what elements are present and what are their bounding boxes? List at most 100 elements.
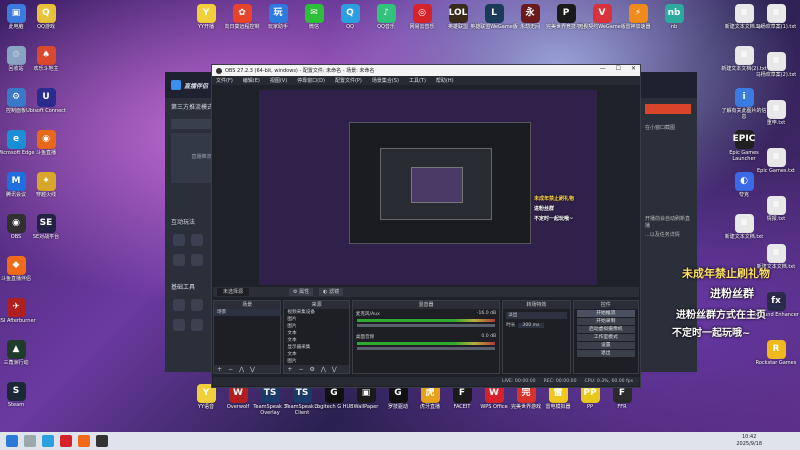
- source-item[interactable]: 文本: [284, 351, 348, 358]
- desktop-icon[interactable]: S Steam: [0, 382, 40, 409]
- add-icon[interactable]: +: [217, 366, 222, 373]
- move-down-icon[interactable]: ⋁: [332, 366, 337, 373]
- obs-window[interactable]: OBS 27.2.3 (64-bit, windows) - 配置文件: 未命名…: [211, 64, 641, 388]
- move-up-icon[interactable]: ⋀: [239, 366, 244, 373]
- clock[interactable]: 10:42 2025/9/18: [736, 434, 762, 448]
- tool-icon[interactable]: [173, 299, 185, 311]
- control-button[interactable]: 工作室模式: [576, 334, 635, 341]
- desktop-icon[interactable]: nb nb: [650, 4, 698, 31]
- remove-icon[interactable]: −: [298, 366, 303, 373]
- desktop-icon[interactable]: ✦ 穿越火线: [22, 172, 70, 199]
- app-icon: R: [766, 340, 786, 359]
- desktop-icon[interactable]: SE SE对战平台: [22, 214, 70, 241]
- tool-icon[interactable]: [173, 234, 185, 246]
- edge-taskbar-icon[interactable]: [42, 435, 54, 447]
- obs-docks: 场景 场景 + − ⋀ ⋁ 来源 视频采集设备 图片 图片 文本 文本 显示器采集 文本 图片…: [213, 300, 639, 374]
- control-button[interactable]: 开始推流: [576, 310, 635, 317]
- obs-titlebar[interactable]: OBS 27.2.3 (64-bit, windows) - 配置文件: 未命名…: [212, 65, 640, 76]
- obs-menu-item[interactable]: 视图(V): [270, 77, 287, 84]
- app-icon: Q: [340, 4, 360, 23]
- desktop-icon[interactable]: ◐ 夸克: [720, 172, 768, 199]
- source-item[interactable]: 图片: [284, 323, 348, 330]
- desktop-volume-slider[interactable]: [356, 347, 496, 350]
- desktop-icon-label: 斗鱼直播伴侣: [0, 276, 31, 282]
- obs-menu-item[interactable]: 文件(F): [216, 77, 233, 84]
- obs-title: OBS 27.2.3 (64-bit, windows) - 配置文件: 未命名…: [225, 68, 375, 74]
- desktop-icon[interactable]: ♠ 欢乐斗地主: [22, 46, 70, 73]
- app-taskbar-icon[interactable]: [60, 435, 72, 447]
- source-item[interactable]: 显示器采集: [284, 344, 348, 351]
- tool-icon[interactable]: [191, 319, 203, 331]
- app-taskbar-icon[interactable]: [78, 435, 90, 447]
- tool-icon[interactable]: [173, 254, 185, 266]
- source-item[interactable]: 视频采集设备: [284, 309, 348, 316]
- source-item[interactable]: 文本: [284, 337, 348, 344]
- desktop-icon[interactable]: U Ubisoft Connect: [22, 88, 70, 115]
- tool-icon[interactable]: [191, 299, 203, 311]
- control-button[interactable]: 开始录制: [576, 318, 635, 325]
- desktop-icon[interactable]: ✈ MSI Afterburner: [0, 298, 40, 325]
- desktop-icon[interactable]: ◉ 斗鱼直播: [22, 130, 70, 157]
- app-icon: ◐: [734, 172, 754, 191]
- close-icon[interactable]: ✕: [631, 65, 636, 72]
- filters-button[interactable]: ◐ 滤镜: [319, 288, 344, 296]
- control-button[interactable]: 退出: [576, 350, 635, 357]
- properties-label: 属性: [299, 289, 310, 295]
- overlay-line-4: 不定时一起玩哦~: [672, 328, 751, 339]
- app-icon: V: [592, 4, 612, 23]
- tool-icon[interactable]: [191, 254, 203, 266]
- obs-menu-item[interactable]: 工具(T): [409, 77, 426, 84]
- task-view-icon[interactable]: [24, 435, 36, 447]
- app-icon: ≡: [734, 4, 754, 23]
- control-button[interactable]: 启动虚拟摄像机: [576, 326, 635, 333]
- move-down-icon[interactable]: ⋁: [250, 366, 255, 373]
- move-up-icon[interactable]: ⋀: [321, 366, 326, 373]
- app-icon: ✈: [6, 298, 26, 317]
- obs-source-bar: 未选择源 ⚙ 属性 ◐ 滤镜: [213, 287, 639, 297]
- control-button[interactable]: 设置: [576, 342, 635, 349]
- add-icon[interactable]: +: [287, 366, 292, 373]
- filters-label: 滤镜: [329, 289, 340, 295]
- desktop-icon[interactable]: ◆ 斗鱼直播伴侣: [0, 256, 40, 283]
- scene-item[interactable]: 场景: [214, 309, 281, 316]
- remove-icon[interactable]: −: [228, 366, 233, 373]
- source-item[interactable]: 文本: [284, 330, 348, 337]
- minimize-icon[interactable]: —: [600, 65, 606, 72]
- obs-taskbar-icon[interactable]: [96, 435, 108, 447]
- source-item[interactable]: 图片: [284, 358, 348, 365]
- transition-duration-row: 时长 300 ms: [503, 322, 569, 328]
- obs-menu-item[interactable]: 编辑(E): [243, 77, 260, 84]
- mic-channel-db: -16.0 dB: [476, 311, 497, 316]
- mic-volume-slider[interactable]: [356, 324, 496, 327]
- desktop-icon-label: 三角洲行动: [3, 360, 29, 366]
- obs-menu-item[interactable]: 停靠窗口(D): [297, 77, 325, 84]
- desktop-icon[interactable]: R Rockstar Games: [752, 340, 800, 367]
- source-item[interactable]: 图片: [284, 316, 348, 323]
- obs-preview[interactable]: 未成年禁止刷礼物 进粉丝群 不定时一起玩哦~: [259, 90, 597, 285]
- duration-input[interactable]: 300 ms: [518, 322, 544, 328]
- desktop-icon[interactable]: ≡ Epic Games.txt: [752, 148, 800, 175]
- tool-icon[interactable]: [191, 234, 203, 246]
- desktop-icon[interactable]: ▲ 三角洲行动: [0, 340, 40, 367]
- desktop-icon-label: 斗鱼直播: [35, 150, 56, 156]
- obs-menu-item[interactable]: 场景集合(S): [372, 77, 399, 84]
- obs-menu-item[interactable]: 配置文件(P): [335, 77, 362, 84]
- desktop-icon[interactable]: ≡ 情报.txt: [752, 196, 800, 223]
- desktop-icon[interactable]: ≡ 重申.txt: [752, 100, 800, 127]
- desktop-icon[interactable]: F FFR: [598, 384, 646, 411]
- desktop-icon-label: SE对战平台: [32, 234, 60, 240]
- desktop-icon[interactable]: ≡ 马杨欢草案(2).txt: [752, 52, 800, 79]
- gear-icon[interactable]: ⚙: [309, 366, 314, 373]
- desktop-icon[interactable]: ≡ 马杨欢草案(1).txt: [752, 4, 800, 31]
- clock-date: 2025/9/18: [736, 441, 762, 447]
- desktop-icon[interactable]: Q QQ游戏: [22, 4, 70, 31]
- start-icon[interactable]: [6, 435, 18, 447]
- source-list: 视频采集设备 图片 图片 文本 文本 显示器采集 文本 图片: [284, 309, 348, 365]
- transitions-dock-title: 转场特效: [503, 301, 570, 309]
- app-icon: i: [734, 88, 754, 107]
- transition-select[interactable]: 淡出: [506, 312, 567, 319]
- properties-button[interactable]: ⚙ 属性: [289, 288, 314, 296]
- obs-menu-item[interactable]: 帮助(H): [436, 77, 454, 84]
- tool-icon[interactable]: [173, 319, 185, 331]
- maximize-icon[interactable]: ☐: [616, 65, 621, 72]
